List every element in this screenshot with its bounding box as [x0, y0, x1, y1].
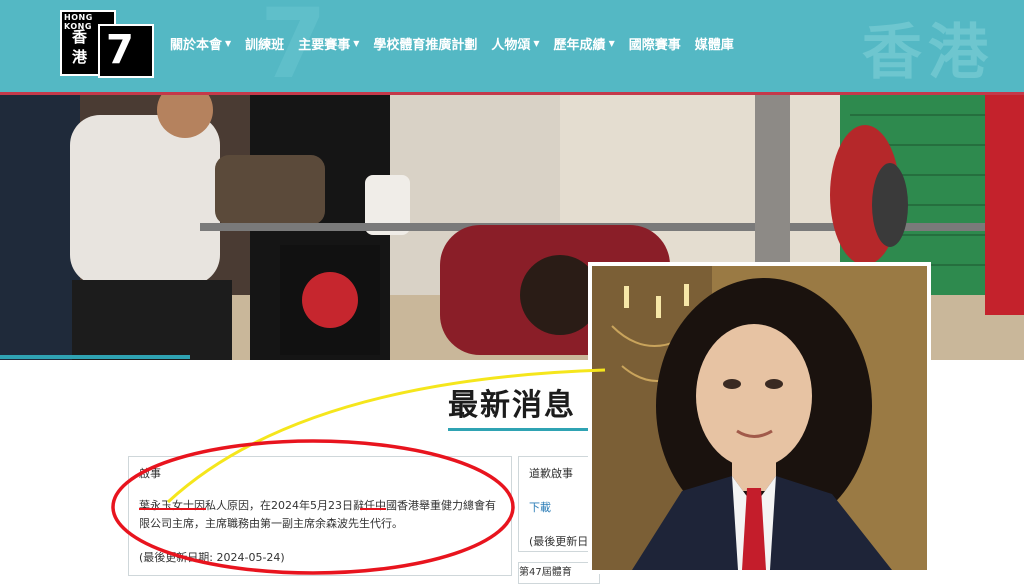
- logo-chinese-char-2: 港: [72, 48, 88, 66]
- nav-item-label: 學校體育推廣計劃: [373, 38, 478, 53]
- nav-item-about[interactable]: 關於本會 ▼: [170, 34, 231, 53]
- notice-updated-date: (最後更新日期: 2024-05-24): [139, 551, 285, 564]
- caret-down-icon: ▼: [608, 39, 615, 48]
- nav-item-results[interactable]: 歷年成績 ▼: [554, 34, 615, 53]
- nav-item-international[interactable]: 國際賽事: [629, 34, 681, 53]
- notice-heading: 啟事: [139, 467, 161, 480]
- apology-notice-date: (最後更新日: [529, 535, 589, 548]
- site-logo[interactable]: HONG KONG 香 港 7: [60, 10, 154, 78]
- nav-item-people[interactable]: 人物頌 ▼: [491, 34, 539, 53]
- header-background-text: 香港: [862, 18, 994, 88]
- caret-down-icon: ▼: [533, 39, 540, 48]
- notice-card[interactable]: 啟事 葉永玉女士因私人原因，在2024年5月23日辭任中國香港舉重健力總會有限公…: [128, 456, 512, 576]
- nav-item-label: 歷年成績: [553, 38, 606, 53]
- nav-item-label: 訓練班: [245, 38, 285, 53]
- logo-chinese-char-1: 香: [72, 28, 88, 46]
- hero-accent-bar: [0, 355, 190, 359]
- nav-item-label: 人物頌: [491, 38, 531, 53]
- apology-notice-heading: 道歉啟事: [529, 467, 573, 480]
- nav-item-major-events[interactable]: 主要賽事 ▼: [298, 34, 359, 53]
- nav-item-label: 主要賽事: [298, 38, 351, 53]
- nav-item-training[interactable]: 訓練班: [245, 34, 284, 53]
- main-nav: 關於本會 ▼ 訓練班 主要賽事 ▼ 學校體育推廣計劃 人物頌 ▼ 歷年成績 ▼ 國際賽事…: [170, 34, 734, 53]
- event-notice-heading: 第47屆體育: [519, 567, 572, 578]
- portrait-photo: [592, 266, 927, 570]
- site-header: 7 香港 HONG KONG 香 港 7 關於本會 ▼ 訓練班 主要賽事 ▼ 學校體…: [0, 0, 1024, 92]
- caret-down-icon: ▼: [225, 39, 232, 48]
- nav-item-media[interactable]: 媒體庫: [695, 34, 734, 53]
- notice-body: 葉永玉女士因私人原因，在2024年5月23日辭任中國香港舉重健力總會有限公司主席…: [139, 499, 496, 530]
- news-section-title: 最新消息: [448, 388, 576, 423]
- nav-item-label: 媒體庫: [694, 38, 734, 53]
- caret-down-icon: ▼: [353, 39, 360, 48]
- portrait-illustration: [592, 266, 927, 570]
- nav-item-label: 國際賽事: [628, 38, 681, 53]
- news-title-underline: [448, 428, 588, 431]
- nav-item-school-program[interactable]: 學校體育推廣計劃: [373, 34, 477, 53]
- logo-seven-icon: 7: [98, 24, 154, 78]
- download-link[interactable]: 下載: [529, 499, 551, 515]
- nav-item-label: 關於本會: [170, 38, 223, 53]
